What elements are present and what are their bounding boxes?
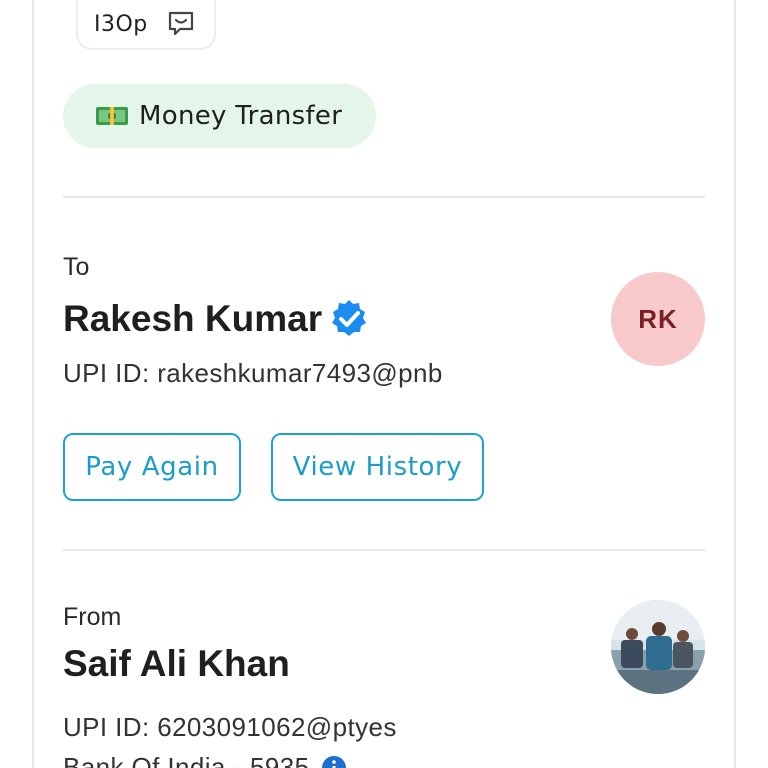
- sender-bank-row: Bank Of India - 5935: [63, 752, 347, 768]
- reference-chip[interactable]: I3Op: [76, 0, 216, 50]
- recipient-name-row: Rakesh Kumar: [63, 298, 370, 340]
- sender-avatar: [611, 600, 705, 694]
- recipient-name: Rakesh Kumar: [63, 298, 323, 339]
- sender-upi-id[interactable]: UPI ID: 6203091062@ptyes: [63, 712, 397, 743]
- transaction-details-screen: I3Op Money Transfer To Rakesh Kumar UPI …: [0, 0, 768, 768]
- chat-feedback-icon: [168, 11, 193, 36]
- from-label: From: [63, 603, 122, 631]
- view-history-button[interactable]: View History: [271, 433, 484, 501]
- pay-again-button[interactable]: Pay Again: [63, 433, 241, 501]
- recipient-avatar: RK: [611, 272, 705, 366]
- category-label: Money Transfer: [139, 101, 343, 131]
- reference-chip-text: I3Op: [94, 11, 148, 37]
- sender-name-row: Saif Ali Khan: [63, 643, 290, 685]
- profile-photo: [611, 600, 705, 694]
- divider: [63, 196, 705, 198]
- card-border-right: [734, 0, 736, 768]
- sender-bank: Bank Of India - 5935: [63, 752, 310, 768]
- recipient-upi-id[interactable]: UPI ID: rakeshkumar7493@pnb: [63, 358, 443, 389]
- info-icon[interactable]: [321, 755, 347, 768]
- category-pill: Money Transfer: [63, 84, 376, 148]
- divider: [63, 549, 705, 551]
- banknote-icon: [96, 107, 128, 125]
- card-border-left: [32, 0, 34, 768]
- to-label: To: [63, 253, 90, 281]
- verified-badge-icon: [332, 300, 367, 336]
- sender-name: Saif Ali Khan: [63, 643, 290, 684]
